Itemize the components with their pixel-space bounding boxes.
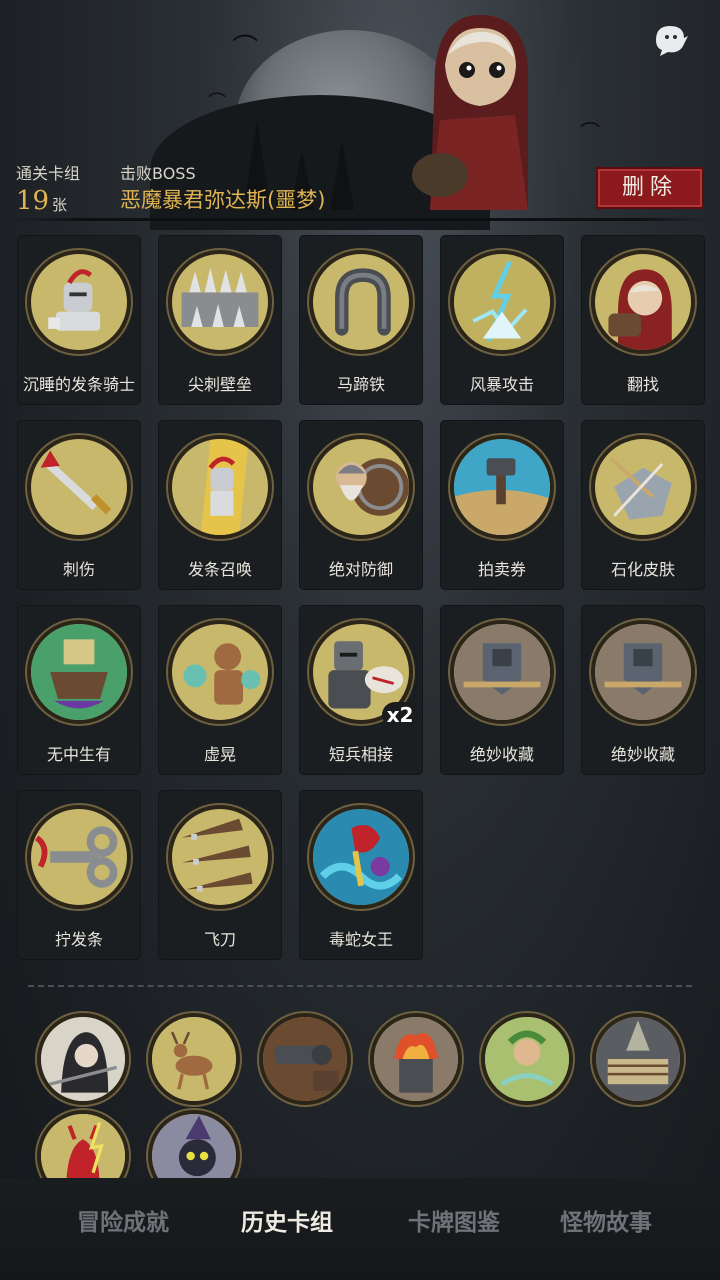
card-item[interactable]: 绝妙收藏 xyxy=(582,606,704,774)
card-name: 尖刺壁垒 xyxy=(187,375,252,394)
card-name: 发条召唤 xyxy=(187,560,252,579)
card-item[interactable]: 风暴攻击 xyxy=(441,236,563,404)
sleeping-knight-icon xyxy=(27,250,131,354)
boss-label: 击败BOSS xyxy=(120,164,196,183)
card-item[interactable]: 石化皮肤 xyxy=(582,421,704,589)
card-name: 无中生有 xyxy=(46,745,111,764)
hooded-reaper-icon[interactable] xyxy=(37,1013,129,1105)
cannon-icon[interactable] xyxy=(259,1013,351,1105)
card-name: 刺伤 xyxy=(62,560,95,579)
card-item[interactable]: 毒蛇女王 xyxy=(300,791,422,959)
card-name: 马蹄铁 xyxy=(336,375,385,394)
treasure-collection-icon xyxy=(591,620,695,724)
deer-icon[interactable] xyxy=(148,1013,240,1105)
card-name: 短兵相接 xyxy=(328,745,393,764)
tab-card-gallery[interactable]: 卡牌图鉴 xyxy=(383,1198,525,1248)
spike-wall-icon xyxy=(168,250,272,354)
tab-label: 怪物故事 xyxy=(560,1210,652,1236)
card-name: 沉睡的发条骑士 xyxy=(22,375,135,394)
tab-label: 历史卡组 xyxy=(241,1210,333,1236)
red-hood-girl-portrait xyxy=(412,15,528,210)
card-item[interactable]: 绝对防御 xyxy=(300,421,422,589)
card-item[interactable]: 拧发条 xyxy=(18,791,140,959)
bottom-tab-bar: 冒险成就 历史卡组 卡牌图鉴 怪物故事 xyxy=(0,1198,720,1248)
card-item[interactable]: 尖刺壁垒 xyxy=(159,236,281,404)
card-item[interactable]: 沉睡的发条骑士 xyxy=(18,236,140,404)
fire-altar-icon[interactable] xyxy=(370,1013,462,1105)
card-item[interactable]: 虚晃 xyxy=(159,606,281,774)
card-name: 翻找 xyxy=(626,375,659,394)
card-item[interactable]: 飞刀 xyxy=(159,791,281,959)
lightning-icon xyxy=(450,250,554,354)
card-item[interactable]: 绝妙收藏 xyxy=(441,606,563,774)
boxer-icon xyxy=(168,620,272,724)
deck-count: 19 xyxy=(16,186,50,216)
dagger-icon xyxy=(27,435,131,539)
auction-hammer-icon xyxy=(450,435,554,539)
card-name: 绝对防御 xyxy=(328,560,393,579)
pine-tree xyxy=(330,140,354,210)
card-name: 拍卖券 xyxy=(477,560,526,579)
forest-spirit-icon[interactable] xyxy=(481,1013,573,1105)
clockwork-knight-icon xyxy=(168,435,272,539)
card-item[interactable]: x2 短兵相接 xyxy=(300,606,422,774)
stone-skin-icon xyxy=(591,435,695,539)
card-name: 拧发条 xyxy=(54,930,103,949)
boss-name: 恶魔暴君弥达斯(噩梦) xyxy=(120,188,326,212)
card-item[interactable]: 无中生有 xyxy=(18,606,140,774)
header-divider xyxy=(12,218,708,221)
card-item[interactable]: 翻找 xyxy=(582,236,704,404)
wind-up-key-icon xyxy=(27,805,131,909)
card-name: 风暴攻击 xyxy=(469,375,534,394)
boxing-ring-icon[interactable] xyxy=(592,1013,684,1105)
delete-button[interactable]: 删除 xyxy=(596,167,704,209)
card-item[interactable]: 马蹄铁 xyxy=(300,236,422,404)
bat-icon: ⌒ xyxy=(580,120,600,144)
card-name: 虚晃 xyxy=(203,745,236,764)
deck-stat-label: 通关卡组 xyxy=(16,160,80,184)
boss-stat-label: 击败BOSS xyxy=(120,160,196,184)
card-item[interactable]: 刺伤 xyxy=(18,421,140,589)
dwarf-shield-icon xyxy=(309,435,413,539)
box-creation-icon xyxy=(27,620,131,724)
tab-label: 冒险成就 xyxy=(77,1210,169,1236)
section-divider xyxy=(28,985,692,987)
tab-label: 卡牌图鉴 xyxy=(408,1210,500,1236)
card-name: 绝妙收藏 xyxy=(469,745,534,764)
card-item[interactable]: 拍卖券 xyxy=(441,421,563,589)
card-name: 毒蛇女王 xyxy=(328,930,393,949)
card-name: 绝妙收藏 xyxy=(610,745,675,764)
card-item[interactable]: 发条召唤 xyxy=(159,421,281,589)
card-name: 飞刀 xyxy=(203,930,236,949)
bat-icon: ⌒ xyxy=(232,34,259,64)
tab-adventure-achievements[interactable]: 冒险成就 xyxy=(52,1198,194,1248)
card-multiplier-badge: x2 xyxy=(382,702,418,728)
card-name: 石化皮肤 xyxy=(610,560,675,579)
tab-history-deck[interactable]: 历史卡组 xyxy=(216,1198,358,1248)
tab-monster-stories[interactable]: 怪物故事 xyxy=(535,1198,677,1248)
deck-unit: 张 xyxy=(52,196,68,214)
deck-label: 通关卡组 xyxy=(16,164,81,183)
horseshoe-icon xyxy=(309,250,413,354)
bat-icon: ⌒ xyxy=(208,92,226,113)
red-hood-girl-icon xyxy=(591,250,695,354)
serpent-queen-icon xyxy=(309,805,413,909)
throwing-knives-icon xyxy=(168,805,272,909)
ghost-icon[interactable] xyxy=(650,22,690,58)
treasure-collection-icon xyxy=(450,620,554,724)
